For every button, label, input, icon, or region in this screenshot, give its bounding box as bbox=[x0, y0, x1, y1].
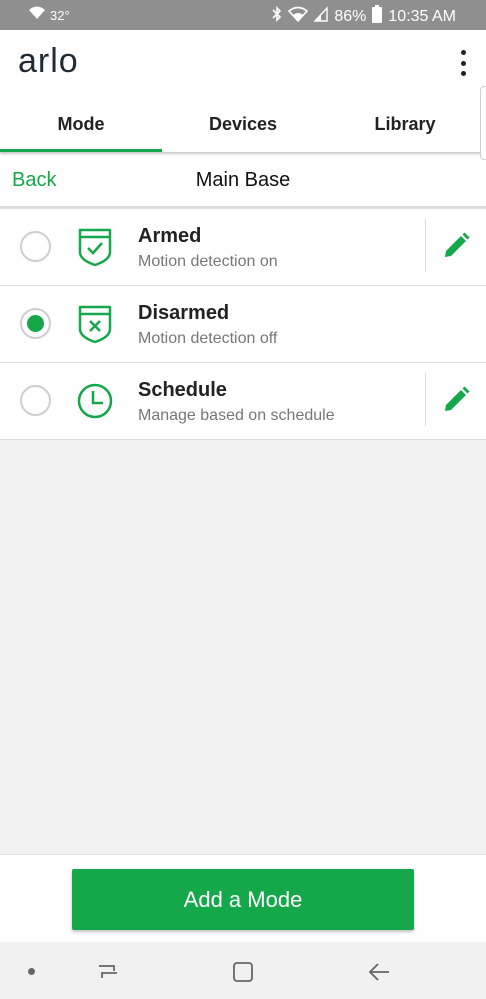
more-vert-icon[interactable] bbox=[458, 50, 468, 76]
mode-list: Armed Motion detection on Disarmed Motio… bbox=[0, 208, 486, 440]
battery-percent: 86% bbox=[334, 7, 367, 25]
clock-time: 10:35 AM bbox=[388, 7, 456, 25]
mode-row-schedule[interactable]: Schedule Manage based on schedule bbox=[0, 363, 486, 440]
mode-subtitle: Motion detection off bbox=[138, 330, 278, 347]
arlo-logo: arlo bbox=[18, 42, 79, 80]
mode-subtitle: Manage based on schedule bbox=[138, 407, 335, 424]
tab-bar: Mode Devices Library bbox=[0, 100, 486, 152]
pencil-icon bbox=[445, 232, 470, 257]
recent-apps-icon[interactable] bbox=[96, 960, 120, 984]
nav-dot-icon[interactable] bbox=[28, 968, 35, 975]
back-arrow-icon[interactable] bbox=[367, 960, 391, 984]
base-header: Back Main Base bbox=[0, 154, 486, 208]
edit-mode-button-armed[interactable] bbox=[425, 219, 486, 272]
mode-radio-schedule[interactable] bbox=[20, 385, 51, 416]
mode-title: Schedule bbox=[138, 379, 227, 401]
shield-check-icon bbox=[76, 227, 114, 267]
wifi-call-icon bbox=[28, 5, 46, 26]
home-icon[interactable] bbox=[231, 960, 255, 984]
temperature: 32° bbox=[50, 8, 70, 23]
mode-row-armed[interactable]: Armed Motion detection on bbox=[0, 209, 486, 286]
tab-devices[interactable]: Devices bbox=[162, 100, 324, 152]
add-mode-button[interactable]: Add a Mode bbox=[72, 869, 414, 930]
app-bar: arlo bbox=[0, 30, 486, 100]
mode-radio-disarmed[interactable] bbox=[20, 308, 51, 339]
shield-x-icon bbox=[76, 304, 114, 344]
battery-icon bbox=[372, 5, 383, 28]
clock-icon bbox=[76, 381, 114, 421]
edit-mode-button-schedule[interactable] bbox=[425, 373, 486, 426]
pencil-icon bbox=[445, 386, 470, 411]
wifi-icon bbox=[288, 6, 309, 27]
page-title: Main Base bbox=[195, 169, 291, 191]
mode-subtitle: Motion detection on bbox=[138, 253, 278, 270]
status-bar: 32° 86% 10:35 AM bbox=[0, 0, 486, 30]
tab-mode[interactable]: Mode bbox=[0, 100, 162, 152]
system-nav-bar bbox=[0, 942, 486, 999]
bottom-action-bar: Add a Mode bbox=[0, 854, 486, 942]
bluetooth-icon bbox=[272, 6, 282, 27]
mode-title: Disarmed bbox=[138, 302, 230, 324]
mode-title: Armed bbox=[138, 225, 202, 247]
tab-library[interactable]: Library bbox=[324, 100, 486, 152]
side-drawer-handle[interactable] bbox=[480, 86, 486, 160]
mode-row-disarmed[interactable]: Disarmed Motion detection off bbox=[0, 286, 486, 363]
signal-icon bbox=[313, 6, 329, 27]
mode-radio-armed[interactable] bbox=[20, 231, 51, 262]
